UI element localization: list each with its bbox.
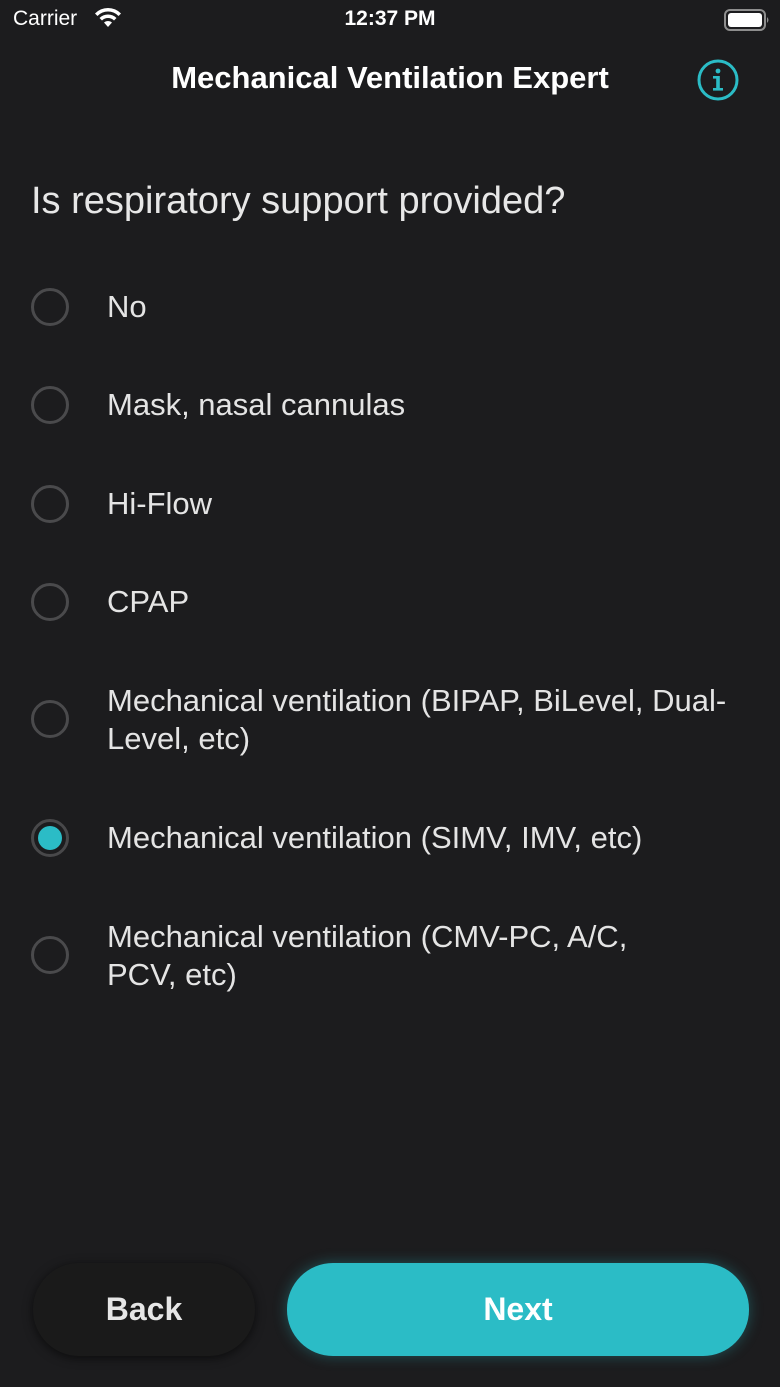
option-no[interactable]: No: [0, 283, 780, 331]
radio-button[interactable]: [31, 386, 69, 424]
radio-button[interactable]: [31, 936, 69, 974]
option-cpap[interactable]: CPAP: [0, 578, 780, 626]
option-label: No: [107, 289, 147, 324]
battery-icon: [724, 9, 769, 31]
option-mask-nasal-cannulas[interactable]: Mask, nasal cannulas: [0, 381, 780, 429]
next-button[interactable]: Next: [287, 1263, 749, 1356]
option-label: Mechanical ventilation (CMV-PC, A/C, PCV…: [107, 919, 628, 992]
radio-button[interactable]: [31, 485, 69, 523]
option-hi-flow[interactable]: Hi-Flow: [0, 480, 780, 528]
radio-button-selected[interactable]: [31, 819, 69, 857]
radio-button[interactable]: [31, 583, 69, 621]
option-label: Mechanical ventilation (BIPAP, BiLevel, …: [107, 683, 727, 756]
back-button[interactable]: Back: [33, 1263, 255, 1356]
option-label: Mask, nasal cannulas: [107, 387, 406, 422]
question-heading: Is respiratory support provided?: [31, 180, 566, 222]
page-title: Mechanical Ventilation Expert: [171, 60, 609, 95]
info-icon[interactable]: [695, 57, 741, 103]
clock: 12:37 PM: [344, 7, 436, 30]
option-label: CPAP: [107, 584, 190, 619]
radio-button[interactable]: [31, 700, 69, 738]
option-label: Hi-Flow: [107, 486, 213, 521]
option-label: Mechanical ventilation (SIMV, IMV, etc): [107, 820, 643, 855]
radio-button[interactable]: [31, 288, 69, 326]
option-mv-bipap[interactable]: Mechanical ventilation (BIPAP, BiLevel, …: [0, 680, 780, 760]
radio-dot: [38, 826, 62, 850]
status-bar: Carrier 12:37 PM: [0, 0, 780, 40]
option-mv-cmv[interactable]: Mechanical ventilation (CMV-PC, A/C, PCV…: [0, 916, 780, 996]
option-mv-simv[interactable]: Mechanical ventilation (SIMV, IMV, etc): [0, 814, 780, 862]
